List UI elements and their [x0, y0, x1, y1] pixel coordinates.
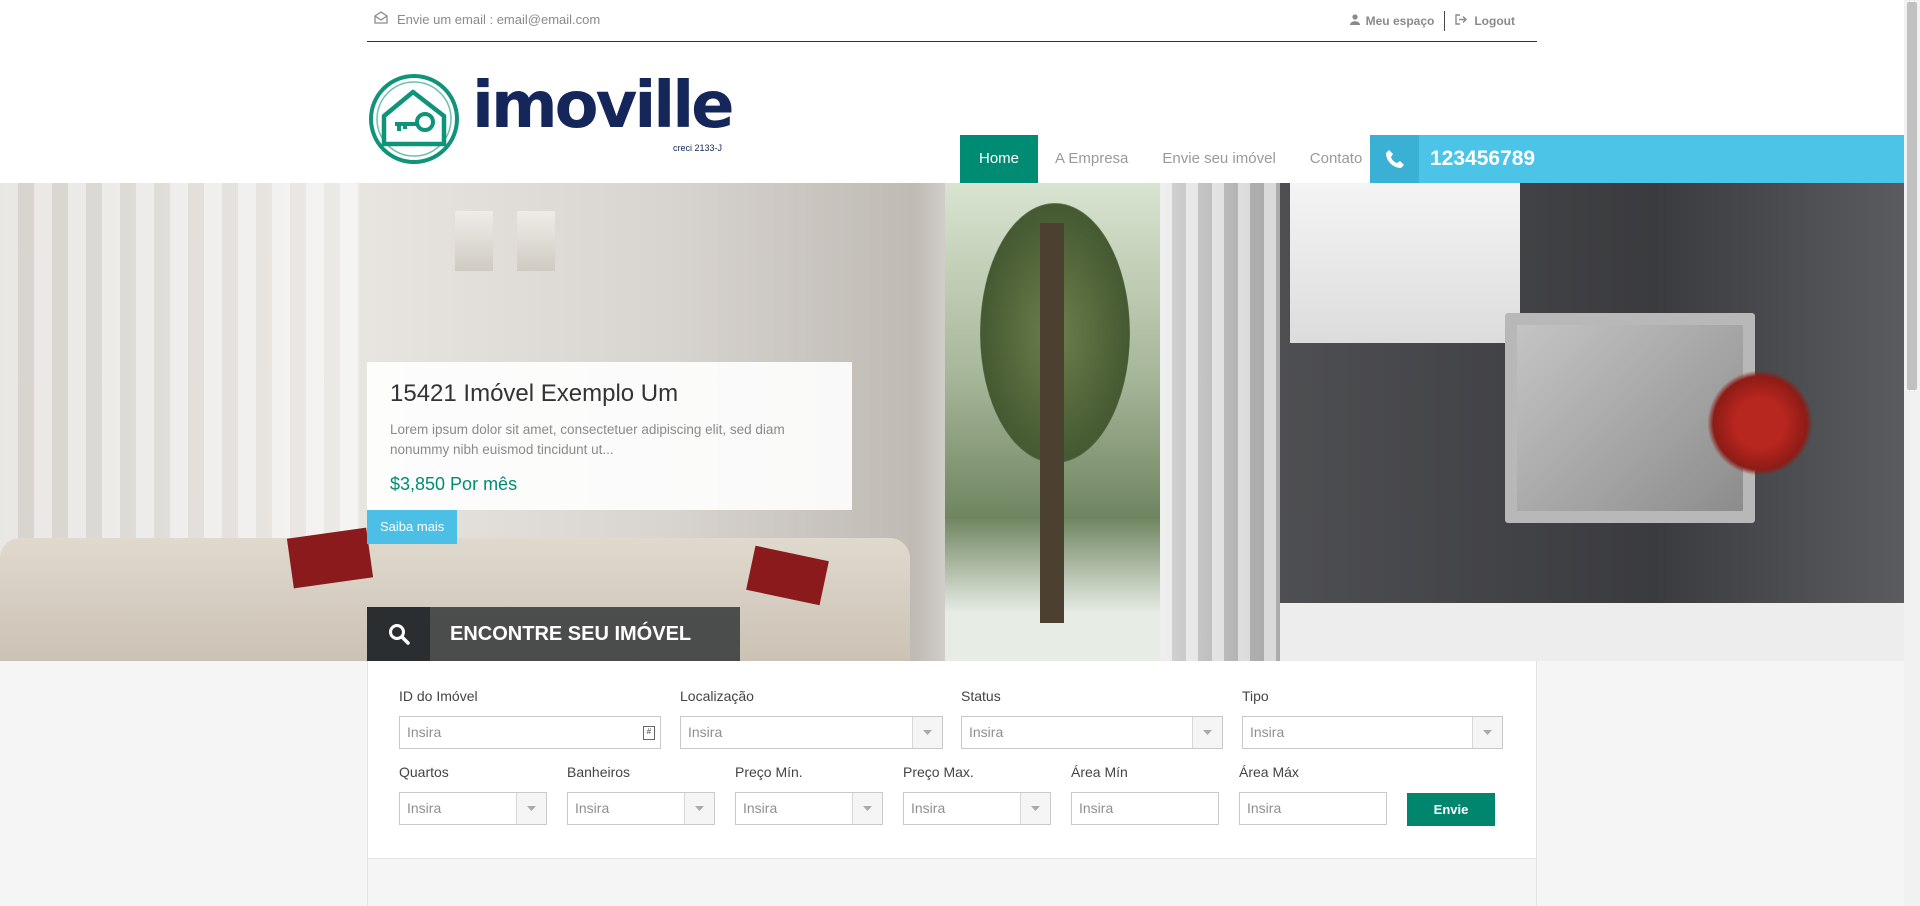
chevron-down-icon	[912, 717, 942, 748]
bedrooms-placeholder: Insira	[407, 800, 442, 816]
scrollbar-thumb[interactable]	[1907, 2, 1917, 390]
nav-item-envie-seu-imovel[interactable]: Envie seu imóvel	[1145, 135, 1292, 183]
field-label-id: ID do Imóvel	[399, 688, 478, 704]
property-id-placeholder: Insira	[407, 724, 442, 740]
search-icon-box	[367, 607, 430, 661]
min-area-input[interactable]: Insira	[1071, 792, 1219, 825]
envelope-icon	[374, 11, 388, 27]
chevron-down-icon	[1472, 717, 1502, 748]
hero-image-flowers	[1700, 363, 1820, 483]
divider	[1444, 11, 1446, 31]
hero-image-curtain	[1160, 183, 1280, 661]
min-area-placeholder: Insira	[1079, 800, 1114, 816]
page-scrollbar[interactable]	[1904, 0, 1920, 906]
contact-email[interactable]: Envie um email : email@email.com	[374, 11, 600, 27]
chevron-down-icon	[516, 793, 546, 824]
status-select[interactable]: Insira	[961, 716, 1223, 749]
field-label-min-price: Preço Mín.	[735, 764, 803, 780]
property-title: 15421 Imóvel Exemplo Um	[390, 380, 679, 407]
max-price-placeholder: Insira	[911, 800, 946, 816]
number-icon: #	[643, 726, 655, 740]
find-property-label: ENCONTRE SEU IMÓVEL	[430, 607, 740, 661]
learn-more-button[interactable]: Saiba mais	[367, 510, 458, 544]
field-label-max-area: Área Máx	[1239, 764, 1299, 780]
bathrooms-placeholder: Insira	[575, 800, 610, 816]
nav-item-a-empresa[interactable]: A Empresa	[1038, 135, 1145, 183]
featured-property-card: 15421 Imóvel Exemplo Um Lorem ipsum dolo…	[367, 362, 852, 510]
field-label-min-area: Área Mín	[1071, 764, 1128, 780]
hero-image-cabinet	[1290, 183, 1520, 343]
field-label-status: Status	[961, 688, 1001, 704]
phone-number: 123456789	[1430, 147, 1536, 170]
field-label-bedrooms: Quartos	[399, 764, 449, 780]
logout-link[interactable]: Logout	[1455, 14, 1515, 28]
logout-icon	[1455, 14, 1468, 28]
chevron-down-icon	[684, 793, 714, 824]
submit-search-button[interactable]: Envie	[1407, 793, 1495, 826]
content-area	[367, 859, 1537, 906]
field-label-location: Localização	[680, 688, 754, 704]
search-icon	[388, 624, 410, 645]
contact-email-text: Envie um email : email@email.com	[397, 11, 601, 27]
logo-wordmark: imoville	[472, 69, 735, 143]
field-label-max-price: Preço Max.	[903, 764, 974, 780]
field-label-bathrooms: Banheiros	[567, 764, 631, 780]
nav-item-home[interactable]: Home	[960, 135, 1039, 183]
chevron-down-icon	[1192, 717, 1222, 748]
hero-banner	[0, 183, 1904, 661]
max-area-placeholder: Insira	[1247, 800, 1282, 816]
field-label-type: Tipo	[1242, 688, 1269, 704]
type-placeholder: Insira	[1250, 724, 1285, 740]
property-id-input[interactable]: Insira #	[399, 716, 661, 749]
location-placeholder: Insira	[688, 724, 723, 740]
find-property-tab[interactable]: ENCONTRE SEU IMÓVEL	[367, 607, 740, 661]
phone-icon	[1385, 150, 1404, 168]
location-select[interactable]: Insira	[680, 716, 943, 749]
logout-label: Logout	[1474, 14, 1515, 28]
min-price-placeholder: Insira	[743, 800, 778, 816]
bedrooms-select[interactable]: Insira	[399, 792, 547, 825]
site-logo[interactable]: imoville creci 2133-J	[367, 72, 737, 167]
status-placeholder: Insira	[969, 724, 1004, 740]
max-price-select[interactable]: Insira	[903, 792, 1051, 825]
min-price-select[interactable]: Insira	[735, 792, 883, 825]
account-links: Meu espaço Logout	[1349, 11, 1515, 31]
top-bar: Envie um email : email@email.com Meu esp…	[367, 0, 1537, 42]
chevron-down-icon	[1020, 793, 1050, 824]
property-description: Lorem ipsum dolor sit amet, consectetuer…	[390, 422, 785, 457]
logo-creci: creci 2133-J	[673, 143, 723, 153]
property-price: $3,850 Por mês	[390, 474, 518, 494]
wall-lamp	[517, 211, 555, 271]
nav-item-contato[interactable]: Contato	[1293, 135, 1380, 183]
phone-bar[interactable]: 123456789	[1370, 135, 1904, 183]
max-area-input[interactable]: Insira	[1239, 792, 1387, 825]
search-form	[367, 661, 1537, 859]
chevron-down-icon	[852, 793, 882, 824]
house-key-logo-icon	[369, 74, 459, 164]
hero-image-tree-trunk	[1040, 223, 1064, 623]
user-icon	[1349, 14, 1360, 28]
wall-lamp	[455, 211, 493, 271]
hero-image-shelf	[1280, 603, 1904, 661]
my-space-label: Meu espaço	[1365, 14, 1435, 28]
phone-icon-box	[1370, 135, 1419, 183]
my-space-link[interactable]: Meu espaço	[1349, 14, 1435, 28]
main-nav: Home A Empresa Envie seu imóvel Contato	[960, 135, 1379, 183]
bathrooms-select[interactable]: Insira	[567, 792, 715, 825]
type-select[interactable]: Insira	[1242, 716, 1503, 749]
